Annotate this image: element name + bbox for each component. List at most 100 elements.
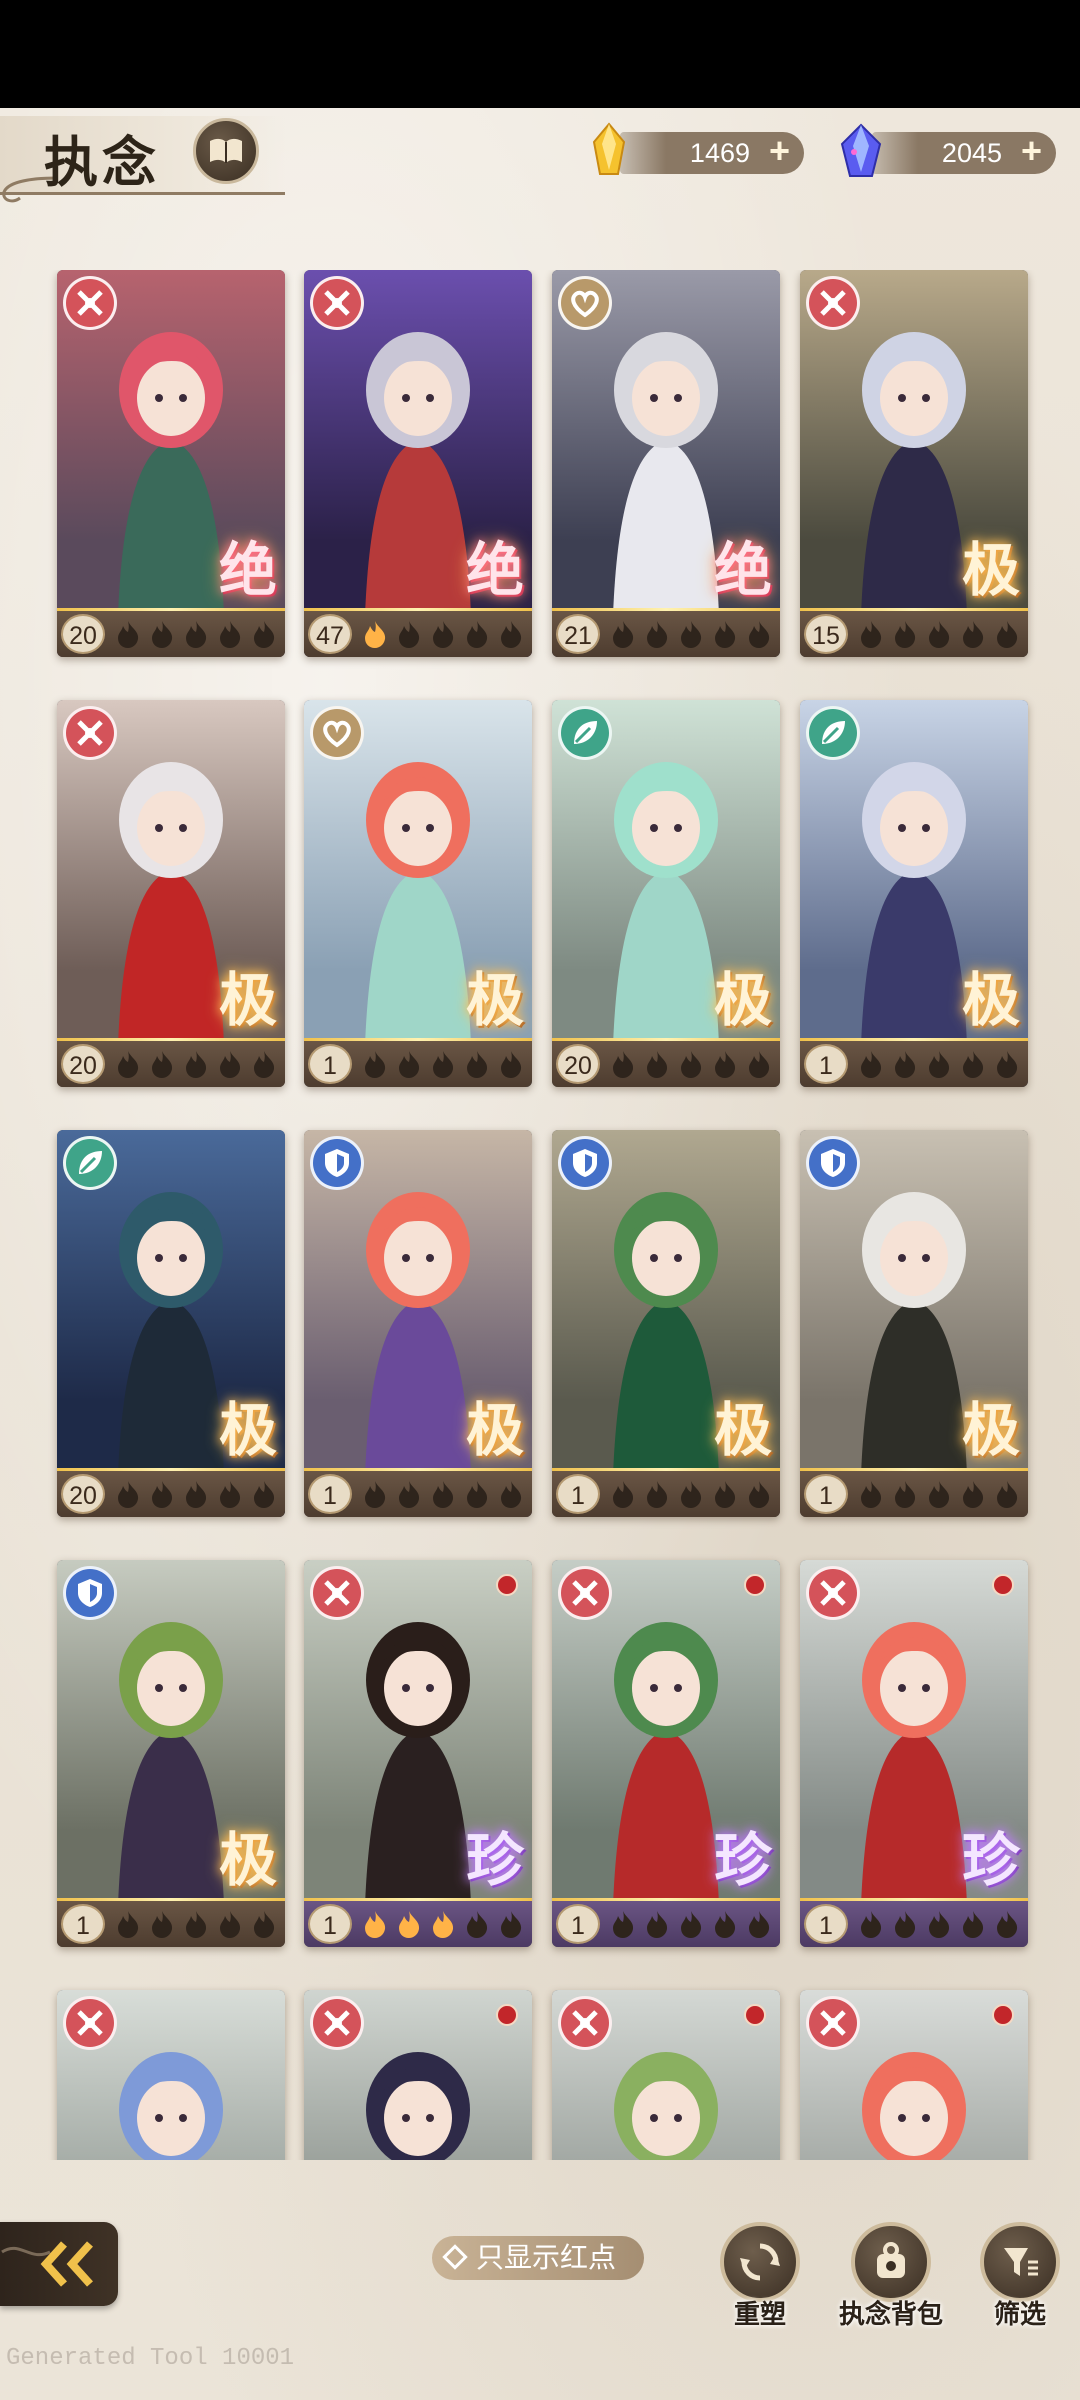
flame-dim-icon bbox=[467, 1481, 488, 1508]
card-footer: 1 bbox=[800, 1468, 1028, 1517]
level-badge: 20 bbox=[61, 614, 105, 654]
character-card[interactable] bbox=[304, 1990, 532, 2160]
character-card[interactable]: 极 20 bbox=[57, 1130, 285, 1517]
character-card[interactable]: 绝 20 bbox=[57, 270, 285, 657]
back-button[interactable] bbox=[0, 2222, 118, 2306]
flame-dim-icon bbox=[895, 621, 916, 648]
flame-dim-icon bbox=[220, 1481, 241, 1508]
gold-add-button[interactable]: + bbox=[769, 130, 790, 172]
recycle-icon bbox=[740, 2243, 780, 2281]
rarity-label: 极 bbox=[961, 1396, 1020, 1464]
leaf-icon bbox=[806, 706, 860, 760]
character-card[interactable]: 绝 21 bbox=[552, 270, 780, 657]
blue-gem-icon bbox=[840, 123, 882, 177]
crossed-swords-icon bbox=[310, 1996, 364, 2050]
level-badge: 1 bbox=[804, 1904, 848, 1944]
flame-dim-icon bbox=[613, 1911, 634, 1938]
flame-dim-icon bbox=[997, 1051, 1018, 1078]
flame-dim-icon bbox=[186, 621, 207, 648]
flame-dim-icon bbox=[749, 621, 770, 648]
flame-lit-icon bbox=[365, 621, 386, 648]
flame-dim-icon bbox=[929, 1481, 950, 1508]
obsession-bag-button[interactable]: 执念背包 bbox=[839, 2222, 943, 2329]
gold-divider bbox=[800, 608, 1028, 611]
flame-dim-icon bbox=[895, 1481, 916, 1508]
flame-rank bbox=[360, 1909, 526, 1939]
flame-dim-icon bbox=[861, 1911, 882, 1938]
heart-icon bbox=[558, 276, 612, 330]
gold-amount: 1469 bbox=[689, 138, 750, 168]
level-badge: 20 bbox=[61, 1044, 105, 1084]
gold-currency-display: 1469 + bbox=[620, 130, 804, 174]
flame-rank bbox=[856, 1909, 1022, 1939]
crossed-swords-icon bbox=[310, 276, 364, 330]
flame-dim-icon bbox=[254, 1911, 275, 1938]
flame-dim-icon bbox=[929, 621, 950, 648]
level-badge: 20 bbox=[61, 1474, 105, 1514]
gold-divider bbox=[304, 1468, 532, 1471]
character-card-grid: 绝 20 绝 47 绝 21 极 15 极 20 极 1 极 20 极 1 极 20 极 1 极 1 极 1 极 1 珍 1 珍 1 珍 1 bbox=[0, 270, 1080, 2160]
flame-dim-icon bbox=[365, 1051, 386, 1078]
gem-currency-display: 2045 + bbox=[872, 130, 1056, 174]
character-card[interactable]: 极1 bbox=[304, 700, 532, 1087]
level-badge: 15 bbox=[804, 614, 848, 654]
flame-dim-icon bbox=[895, 1051, 916, 1078]
shield-icon bbox=[63, 1566, 117, 1620]
rebuild-button[interactable]: 重塑 bbox=[718, 2222, 802, 2329]
character-card[interactable]: 绝 47 bbox=[304, 270, 532, 657]
status-bar bbox=[0, 0, 1080, 108]
shield-icon bbox=[310, 1136, 364, 1190]
flame-dim-icon bbox=[681, 1481, 702, 1508]
notification-dot bbox=[744, 1574, 766, 1596]
character-card[interactable]: 极1 bbox=[800, 1130, 1028, 1517]
flame-dim-icon bbox=[613, 621, 634, 648]
character-card[interactable]: 珍1 bbox=[552, 1560, 780, 1947]
character-card[interactable]: 极1 bbox=[552, 1130, 780, 1517]
flame-dim-icon bbox=[749, 1911, 770, 1938]
flame-lit-icon bbox=[365, 1911, 386, 1938]
card-footer: 1 bbox=[552, 1468, 780, 1517]
gold-divider bbox=[304, 1038, 532, 1041]
crossed-swords-icon bbox=[63, 276, 117, 330]
character-card[interactable] bbox=[552, 1990, 780, 2160]
heart-icon bbox=[310, 706, 364, 760]
card-footer: 47 bbox=[304, 608, 532, 657]
character-card[interactable]: 极1 bbox=[800, 700, 1028, 1087]
flame-dim-icon bbox=[929, 1051, 950, 1078]
gem-add-button[interactable]: + bbox=[1021, 130, 1042, 172]
flame-dim-icon bbox=[399, 1481, 420, 1508]
character-card[interactable]: 极1 bbox=[304, 1130, 532, 1517]
flame-lit-icon bbox=[399, 1911, 420, 1938]
gold-divider bbox=[800, 1898, 1028, 1901]
level-badge: 1 bbox=[308, 1904, 352, 1944]
gold-divider bbox=[57, 1898, 285, 1901]
character-card[interactable]: 极 15 bbox=[800, 270, 1028, 657]
flame-dim-icon bbox=[433, 1051, 454, 1078]
character-card[interactable]: 极 20 bbox=[57, 700, 285, 1087]
character-card[interactable]: 珍1 bbox=[800, 1560, 1028, 1947]
guide-book-button[interactable] bbox=[193, 118, 259, 184]
flame-dim-icon bbox=[997, 1481, 1018, 1508]
character-card[interactable]: 极 20 bbox=[552, 700, 780, 1087]
gold-divider bbox=[57, 1468, 285, 1471]
flame-rank bbox=[113, 1049, 279, 1079]
rarity-label: 极 bbox=[961, 536, 1020, 604]
character-card[interactable] bbox=[57, 1990, 285, 2160]
character-card[interactable] bbox=[800, 1990, 1028, 2160]
gold-divider bbox=[57, 1038, 285, 1041]
red-dot-only-toggle[interactable]: 只显示红点 bbox=[432, 2236, 644, 2280]
flame-dim-icon bbox=[749, 1051, 770, 1078]
rarity-label: 极 bbox=[465, 966, 524, 1034]
crossed-swords-icon bbox=[63, 1996, 117, 2050]
flame-dim-icon bbox=[467, 1911, 488, 1938]
card-footer: 20 bbox=[57, 608, 285, 657]
filter-button[interactable]: 筛选 bbox=[978, 2222, 1062, 2329]
card-footer: 1 bbox=[552, 1898, 780, 1947]
flame-dim-icon bbox=[997, 1911, 1018, 1938]
card-footer: 15 bbox=[800, 608, 1028, 657]
flame-dim-icon bbox=[715, 621, 736, 648]
character-card[interactable]: 珍1 bbox=[304, 1560, 532, 1947]
flame-dim-icon bbox=[186, 1481, 207, 1508]
flame-dim-icon bbox=[681, 1051, 702, 1078]
character-card[interactable]: 极1 bbox=[57, 1560, 285, 1947]
